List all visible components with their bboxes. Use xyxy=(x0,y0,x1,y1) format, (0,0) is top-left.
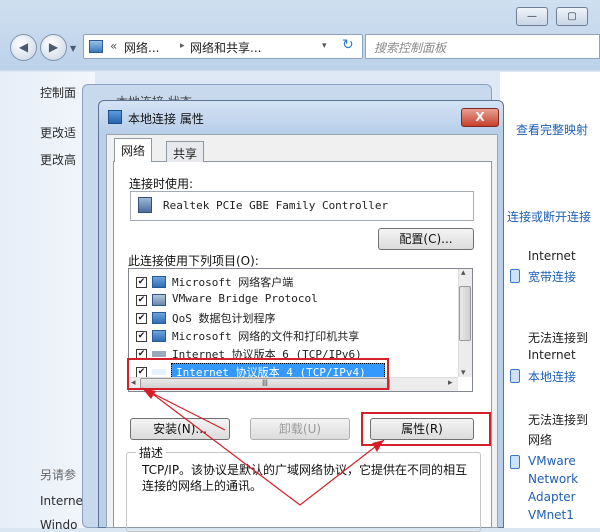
tab-networking[interactable]: 网络 xyxy=(114,138,153,162)
annotation-arrowhead xyxy=(142,388,156,399)
annotation-arrows xyxy=(141,387,385,506)
annotation-arrowhead xyxy=(372,440,384,452)
annotation-arrow-line xyxy=(141,387,226,431)
annotation-arrow-line xyxy=(149,391,385,506)
